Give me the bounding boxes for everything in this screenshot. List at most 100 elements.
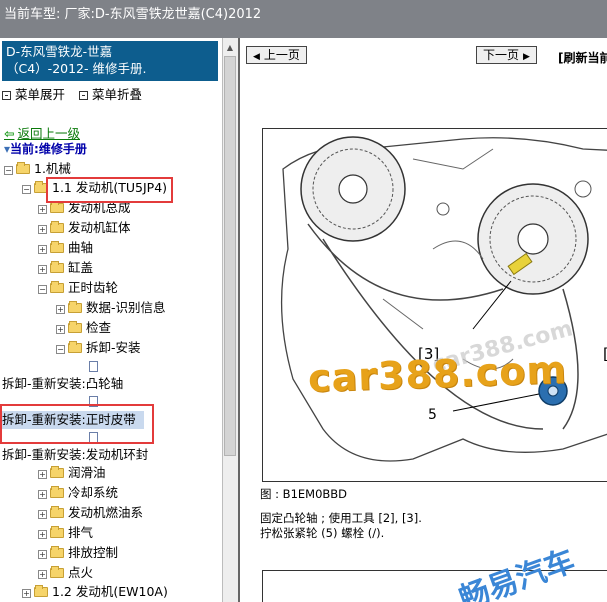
collapse-toggle-icon[interactable]: − xyxy=(4,166,13,175)
expand-toggle-icon[interactable]: + xyxy=(38,510,47,519)
tree-item-data-identification[interactable]: + 数据-识别信息 xyxy=(56,299,166,317)
manual-title-line2: （C4）-2012- 维修手册. xyxy=(6,61,147,76)
tree-item-label: 曲轴 xyxy=(68,240,94,255)
folder-icon xyxy=(50,486,64,498)
tree-item-label: 数据-识别信息 xyxy=(86,300,166,315)
callout-label-right: [ xyxy=(603,345,607,363)
tree-item-crankshaft[interactable]: + 曲轴 xyxy=(38,239,93,257)
tree-item-removal-installation[interactable]: − 拆卸-安装 xyxy=(56,339,141,357)
refresh-current-link[interactable]: [刷新当前 xyxy=(558,49,607,66)
expand-toggle-icon[interactable]: + xyxy=(22,589,31,598)
expand-toggle-icon[interactable]: + xyxy=(38,225,47,234)
tree-item-label: 拆卸-安装 xyxy=(86,340,141,355)
sidebar-scrollbar-thumb[interactable] xyxy=(224,56,236,456)
tree-item-engine-seal[interactable]: 拆卸-重新安装:发动机环封 xyxy=(2,446,148,464)
tree-item-lubrication[interactable]: + 润滑油 xyxy=(38,464,106,482)
folder-icon xyxy=(50,466,64,478)
expand-toggle-icon[interactable]: + xyxy=(38,550,47,559)
tree-item-mechanical[interactable]: − 1.机械 xyxy=(4,160,71,178)
folder-icon xyxy=(50,546,64,558)
expand-toggle-icon[interactable]: + xyxy=(38,265,47,274)
scroll-up-arrow-icon[interactable]: ▲ xyxy=(224,42,236,54)
highlight-box-timing-belt xyxy=(0,404,154,444)
menu-expand-button[interactable]: 菜单展开 xyxy=(2,87,65,102)
next-page-label: 下一页 xyxy=(483,48,520,62)
tree-item-exhaust[interactable]: + 排气 xyxy=(38,524,93,542)
tree-item-label: 1.机械 xyxy=(34,161,71,176)
folder-icon xyxy=(50,506,64,518)
folder-icon xyxy=(50,241,64,253)
timing-belt-diagram: [3] 5 [ car388.com xyxy=(263,129,607,481)
expand-toggle-icon[interactable]: + xyxy=(38,530,47,539)
document-icon xyxy=(89,361,98,372)
expand-square-icon xyxy=(2,91,11,100)
expand-toggle-icon[interactable]: + xyxy=(38,570,47,579)
second-pulley-hub xyxy=(517,223,549,255)
manual-title-box: D-东风雪铁龙-世嘉 （C4）-2012- 维修手册. xyxy=(2,41,218,81)
tree-item-label: 缸盖 xyxy=(68,260,94,275)
current-location-label: 当前:维修手册 xyxy=(10,142,87,156)
folder-icon xyxy=(34,585,48,597)
expand-toggle-icon[interactable]: + xyxy=(38,470,47,479)
collapse-square-icon xyxy=(79,91,88,100)
collapse-toggle-icon[interactable]: − xyxy=(38,285,47,294)
watermark-car388: car388.com xyxy=(307,347,568,401)
folder-icon xyxy=(50,566,64,578)
tree-item-label: 拆卸-重新安装:发动机环封 xyxy=(2,447,149,462)
content-panel: ◀ 上一页 下一页 ▶ [刷新当前 [3] 5 car388.com 图: B… xyxy=(238,38,607,602)
tree-item-timing-gear[interactable]: − 正时齿轮 xyxy=(38,279,118,297)
back-link-label: 返回上一级 xyxy=(17,126,80,141)
tree-item-fuel-system[interactable]: + 发动机燃油系 xyxy=(38,504,143,522)
refresh-label: [刷新当前 xyxy=(558,51,607,65)
expand-toggle-icon[interactable]: + xyxy=(56,325,65,334)
tree-item-label: 1.2 发动机(EW10A) xyxy=(52,584,168,599)
expand-toggle-icon[interactable]: + xyxy=(38,490,47,499)
tree-item-inspection[interactable]: + 检查 xyxy=(56,319,111,337)
tree-item-ignition[interactable]: + 点火 xyxy=(38,564,93,582)
tree-item-emission-control[interactable]: + 排放控制 xyxy=(38,544,118,562)
callout-label-5: 5 xyxy=(428,407,437,423)
tree-item-label: 正时齿轮 xyxy=(68,280,119,295)
back-arrow-icon: ⇦ xyxy=(4,126,15,141)
expand-toggle-icon[interactable]: + xyxy=(38,205,47,214)
tree-item-label: 拆卸-重新安装:凸轮轴 xyxy=(2,376,124,391)
sidebar-panel: D-东风雪铁龙-世嘉 （C4）-2012- 维修手册. 菜单展开 菜单折叠 ⇦ 返… xyxy=(0,38,238,602)
tree-item-engine-block[interactable]: + 发动机缸体 xyxy=(38,219,131,237)
tree-item-cooling[interactable]: + 冷却系统 xyxy=(38,484,118,502)
folder-icon xyxy=(50,201,64,213)
menu-collapse-button[interactable]: 菜单折叠 xyxy=(79,87,142,102)
figure-caption: 图 : B1EM0BBD xyxy=(260,487,348,501)
collapse-toggle-icon[interactable]: − xyxy=(56,345,65,354)
expand-toggle-icon[interactable]: + xyxy=(38,245,47,254)
expand-toggle-icon[interactable]: + xyxy=(56,305,65,314)
menu-expand-label: 菜单展开 xyxy=(15,87,66,102)
current-location: ▾当前:维修手册 xyxy=(4,140,87,157)
manual-title-line1: D-东风雪铁龙-世嘉 xyxy=(6,44,113,59)
instruction-line-2: 拧松张紧轮 (5) 螺栓 (/). xyxy=(260,526,385,540)
tree-item-label: 发动机缸体 xyxy=(68,220,131,235)
top-status-bar: 当前车型: 厂家:D-东风雪铁龙世嘉(C4)2012 xyxy=(0,0,607,38)
tree-item-cylinder-head[interactable]: + 缸盖 xyxy=(38,259,93,277)
next-page-button[interactable]: 下一页 ▶ xyxy=(476,46,537,64)
tree-item-label: 润滑油 xyxy=(68,465,106,480)
folder-icon xyxy=(68,301,82,313)
folder-icon xyxy=(16,162,30,174)
prev-page-label: 上一页 xyxy=(263,48,300,62)
folder-icon xyxy=(68,341,82,353)
prev-page-button[interactable]: ◀ 上一页 xyxy=(246,46,307,64)
menu-collapse-label: 菜单折叠 xyxy=(92,87,143,102)
tree-doc-node[interactable] xyxy=(89,358,98,376)
arrow-right-icon: ▶ xyxy=(523,52,530,62)
tree-item-engine-ew10a[interactable]: +1.2 发动机(EW10A) xyxy=(22,583,168,601)
menu-operations: 菜单展开 菜单折叠 xyxy=(2,84,152,103)
tree-item-label: 排气 xyxy=(68,525,94,540)
arrow-left-icon: ◀ xyxy=(253,52,260,62)
pulley-hub xyxy=(338,174,368,204)
engine-diagram-frame: [3] 5 [ car388.com xyxy=(262,128,607,482)
folder-icon xyxy=(50,526,64,538)
instruction-line-1: 固定凸轮轴 ; 使用工具 [2], [3]. xyxy=(260,511,422,525)
collapse-toggle-icon[interactable]: − xyxy=(22,185,31,194)
folder-icon xyxy=(50,281,64,293)
tree-item-camshaft[interactable]: 拆卸-重新安装:凸轮轴 xyxy=(2,375,123,393)
folder-icon xyxy=(50,221,64,233)
